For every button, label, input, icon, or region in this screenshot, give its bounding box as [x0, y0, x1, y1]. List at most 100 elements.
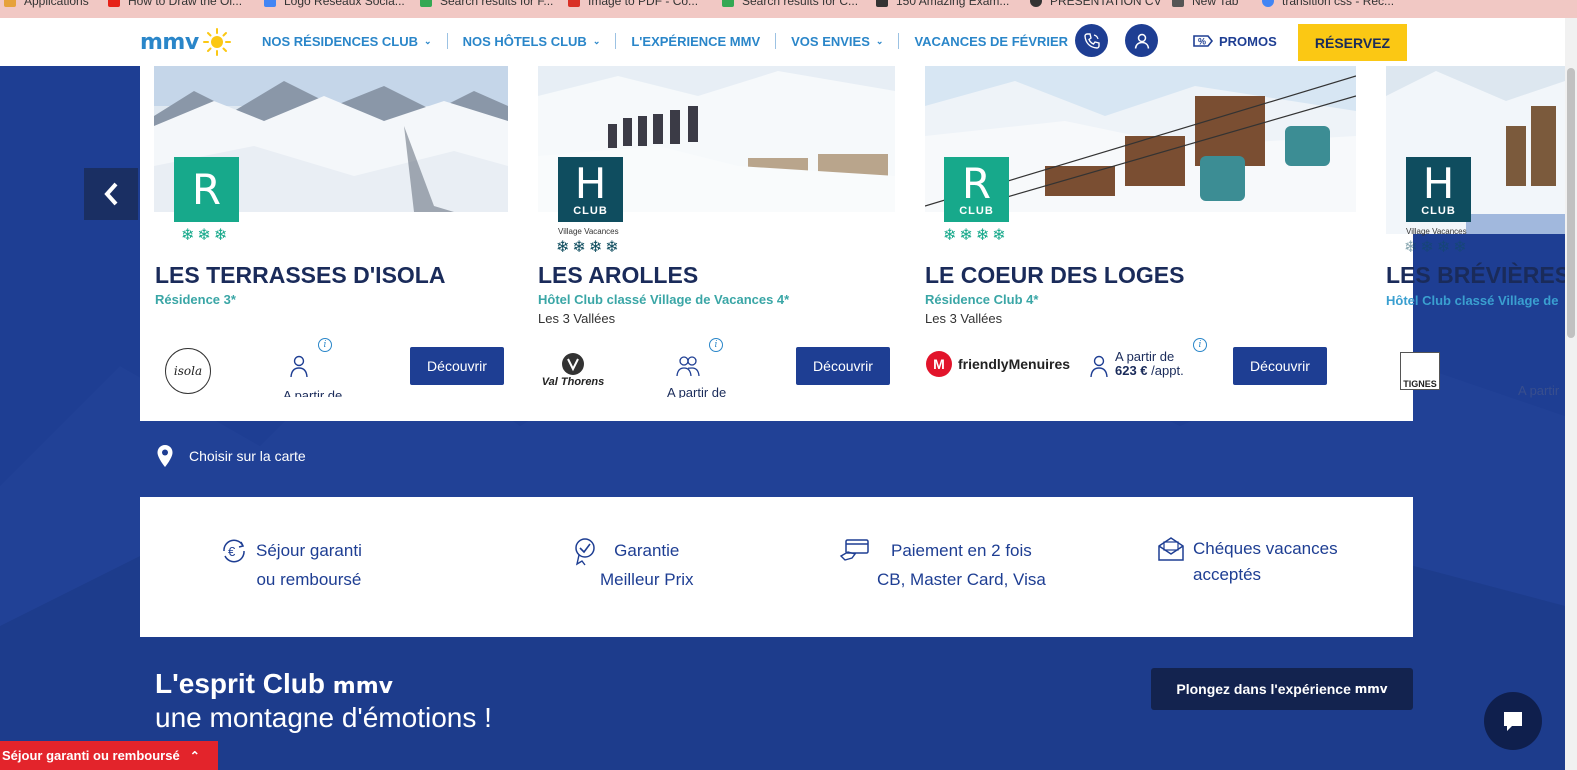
bookmark-applications[interactable]: Applications	[4, 0, 89, 8]
residence-club-badge: R CLUB	[944, 157, 1009, 222]
card-title[interactable]: LE COEUR DES LOGES	[925, 262, 1184, 289]
card-title[interactable]: LES AROLLES	[538, 262, 698, 289]
card-area: Les 3 Vallées	[925, 311, 1003, 326]
discover-button[interactable]: Découvrir	[796, 347, 890, 385]
nav-residences-club[interactable]: NOS RÉSIDENCES CLUB ⌄	[262, 34, 432, 49]
nav-divider	[615, 33, 617, 49]
guarantee-item: Chéques vacances acceptés	[1157, 536, 1338, 588]
person-icon	[290, 355, 308, 378]
card-title[interactable]: LES TERRASSES D'ISOLA	[155, 262, 445, 289]
village-vacances-label: Village Vacances	[558, 227, 619, 236]
map-pin-icon	[157, 445, 173, 467]
new-tab-icon	[1172, 0, 1184, 7]
snowflake-rating-icon: ❄❄❄❄	[943, 227, 1009, 244]
bookmark-item[interactable]: Image to PDF - Co...	[568, 0, 698, 8]
phone-icon	[1083, 32, 1100, 49]
card-title-clip: LES BRÉVIÈRES Hôtel Club classé Village …	[1386, 262, 1565, 308]
bookmark-item[interactable]: How to Draw the Ol...	[108, 0, 242, 8]
snowflake-rating-icon: ❄❄❄❄	[556, 239, 622, 256]
youtube-icon	[108, 0, 120, 7]
chevron-down-icon: ⌄	[592, 35, 601, 46]
euro-refresh-icon: €	[223, 539, 245, 563]
account-button[interactable]	[1125, 24, 1158, 57]
card-subtitle: Hôtel Club classé Village de Vacances 4*	[538, 292, 790, 307]
discover-button[interactable]: Découvrir	[410, 347, 504, 385]
google-icon	[1262, 0, 1274, 7]
nav-vos-envies[interactable]: VOS ENVIES ⌄	[791, 34, 883, 49]
chevron-left-icon	[104, 182, 118, 206]
phone-button[interactable]	[1075, 24, 1108, 57]
card-subtitle: Hôtel Club classé Village de	[1386, 293, 1559, 308]
info-icon[interactable]: i	[318, 338, 332, 352]
tignes-logo: TIGNES	[1400, 352, 1440, 390]
bookmark-item[interactable]: Search results for C...	[722, 0, 858, 8]
guarantee-item: Garantie Meilleur Prix	[572, 536, 694, 594]
card-payment-icon	[839, 539, 869, 561]
svg-text:%: %	[1198, 37, 1206, 47]
plongez-experience-button[interactable]: Plongez dans l'expérience mmv	[1151, 668, 1413, 710]
discount-icon: %	[1193, 35, 1214, 47]
hotel-club-badge: H CLUB	[1406, 157, 1471, 222]
guarantee-item: € Séjour garanti ou remboursé	[219, 536, 362, 594]
chat-bubble-icon	[1504, 712, 1522, 731]
chevron-up-icon: ⌃	[189, 748, 200, 763]
bookmark-item[interactable]: New Tab	[1172, 0, 1238, 8]
user-icon	[1134, 33, 1149, 49]
price-from: A partir de	[667, 386, 727, 398]
google-icon	[264, 0, 276, 7]
person-icon	[1090, 355, 1108, 378]
snowflake-rating-icon: ❄❄❄❄	[1404, 239, 1470, 256]
reserve-button[interactable]: RÉSERVEZ	[1298, 24, 1407, 61]
chat-button[interactable]	[1484, 692, 1542, 750]
pdf-icon	[568, 0, 580, 7]
bookmark-item[interactable]: 150 Amazing Exam...	[876, 0, 1009, 8]
nav-experience-mmv[interactable]: L'EXPÉRIENCE MMV	[631, 34, 760, 49]
page-scrollbar[interactable]	[1565, 18, 1577, 770]
envelope-icon	[1158, 537, 1184, 561]
svg-text:€: €	[228, 544, 236, 559]
hotel-club-badge: H CLUB	[558, 157, 623, 222]
group-icon	[676, 356, 700, 377]
nav-divider	[898, 33, 900, 49]
mmv-logo[interactable]: mmv	[140, 28, 233, 56]
site-header: mmv NOS RÉSIDENCES CLUB ⌄ NOS HÔTELS CLUB…	[0, 18, 1565, 66]
card-subtitle: Résidence Club 4*	[925, 292, 1039, 307]
discover-button[interactable]: Découvrir	[1233, 347, 1327, 385]
card-area: Les 3 Vallées	[538, 311, 616, 326]
info-icon[interactable]: i	[1193, 338, 1207, 352]
carousel-prev-button[interactable]	[84, 168, 138, 220]
nav-hotels-club[interactable]: NOS HÔTELS CLUB ⌄	[463, 34, 601, 49]
bookmark-item[interactable]: PRÉSENTATION CV	[1030, 0, 1162, 8]
price-from: A partir	[1518, 383, 1560, 398]
map-link[interactable]: Choisir sur la carte	[156, 444, 306, 468]
scrollbar-thumb[interactable]	[1567, 68, 1575, 338]
promos-link[interactable]: % PROMOS	[1192, 32, 1277, 50]
village-vacances-label: Village Vacances	[1406, 227, 1467, 236]
card-subtitle: Résidence 3*	[155, 292, 236, 307]
bookmark-icon	[420, 0, 432, 7]
bookmark-item[interactable]: Logo Réseaux Socia...	[264, 0, 405, 8]
price-value: 623 €	[1115, 363, 1148, 378]
nav-divider	[775, 33, 777, 49]
bookmark-icon	[1030, 0, 1042, 7]
guarantee-sticky-tab[interactable]: Séjour garanti ou remboursé ⌃	[0, 741, 218, 770]
apps-icon	[4, 0, 16, 7]
card-title[interactable]: LES BRÉVIÈRES	[1386, 262, 1565, 289]
price-block: A partir de 623 € /appt.	[1115, 349, 1184, 378]
chevron-down-icon: ⌄	[875, 35, 884, 46]
price-from: A partir de	[283, 389, 343, 397]
val-thorens-logo: Val Thorens	[540, 352, 606, 388]
guarantee-item: Paiement en 2 fois CB, Master Card, Visa	[839, 536, 1046, 594]
bookmarks-bar: Applications How to Draw the Ol... Logo …	[0, 0, 1577, 18]
bookmark-item[interactable]: Search results for F...	[420, 0, 553, 8]
nav-vacances-fevrier[interactable]: VACANCES DE FÉVRIER	[914, 34, 1068, 49]
mmv-brand: mmv	[332, 674, 393, 699]
bookmark-icon	[722, 0, 734, 7]
bookmark-item[interactable]: transition css - Rec...	[1262, 0, 1394, 8]
info-icon[interactable]: i	[709, 338, 723, 352]
award-badge-icon	[575, 538, 595, 566]
residence-badge: R	[174, 157, 239, 222]
nav-divider	[446, 33, 448, 49]
chevron-down-icon: ⌄	[424, 35, 432, 46]
friendly-menuires-logo: M friendlyMenuires	[926, 351, 1070, 377]
